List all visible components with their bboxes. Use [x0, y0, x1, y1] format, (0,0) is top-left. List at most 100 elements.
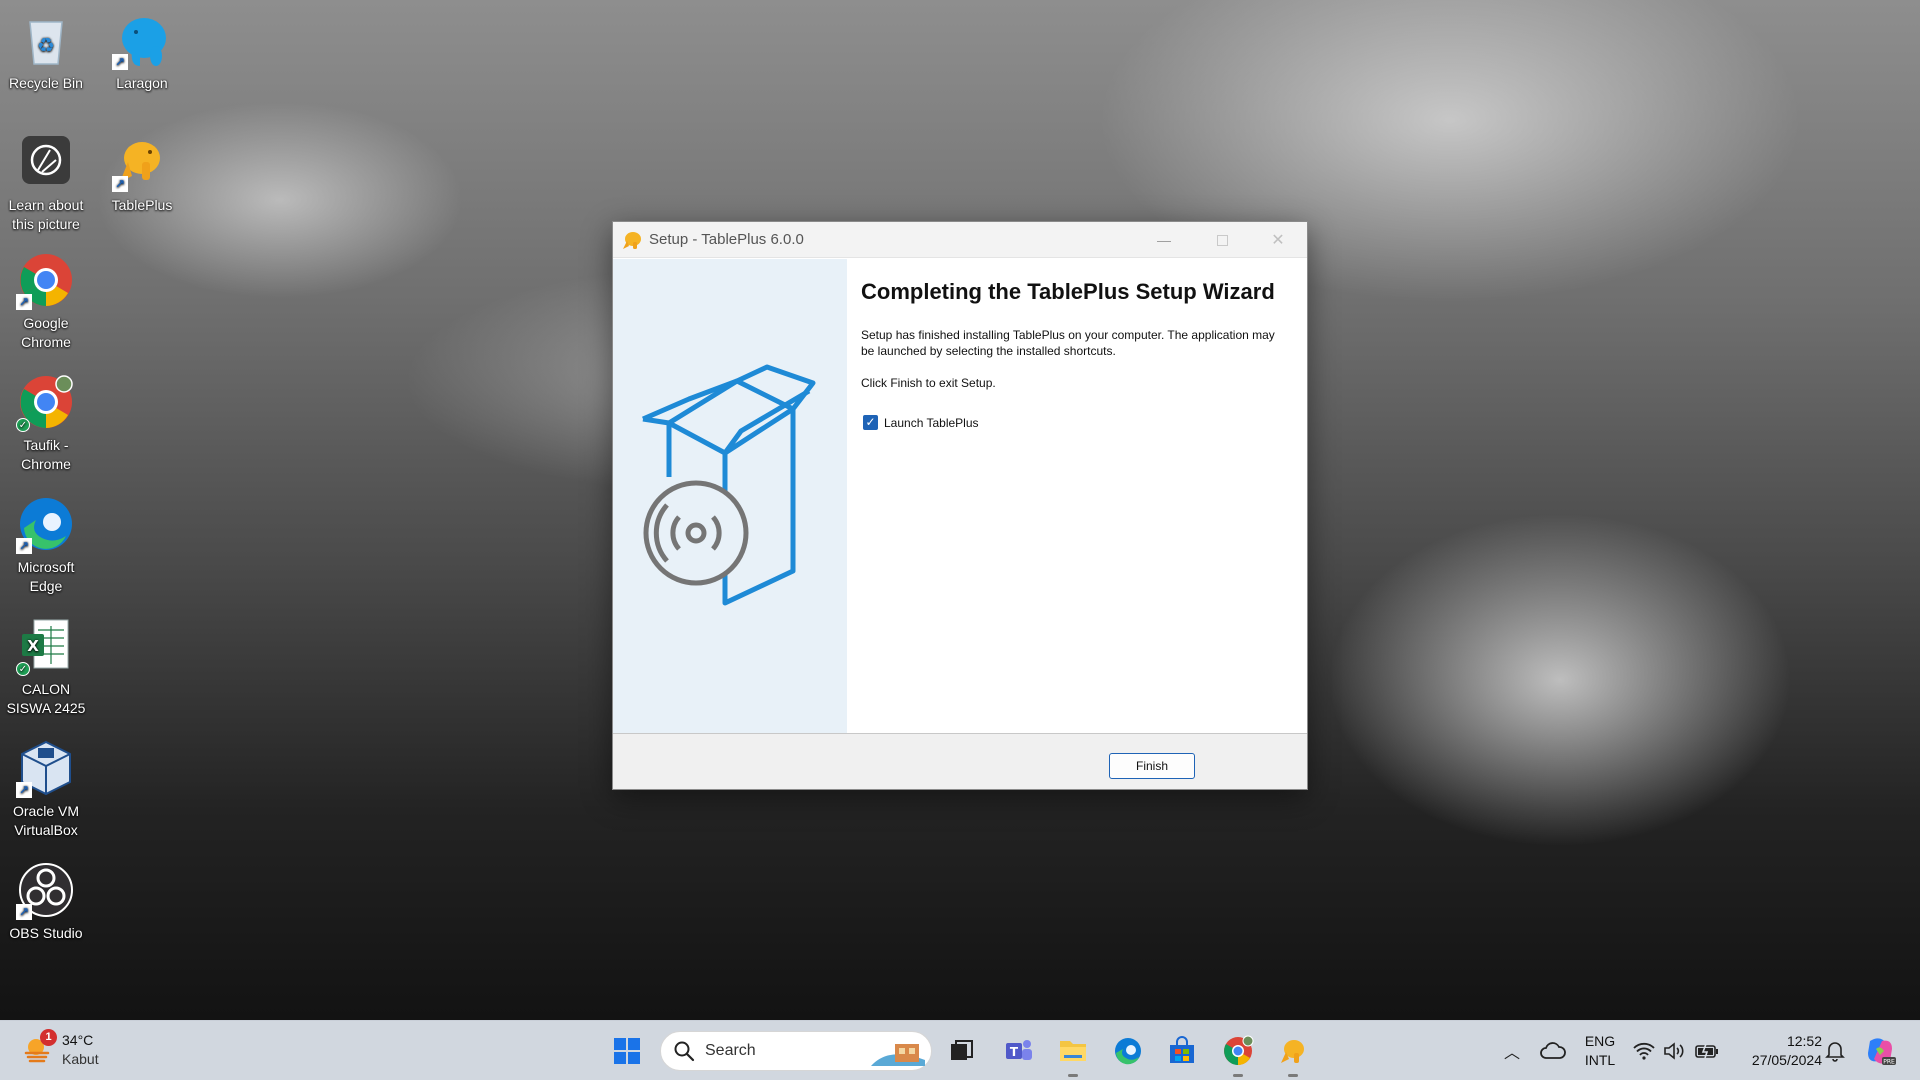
virtualbox-icon: ↗	[16, 738, 76, 798]
shortcut-arrow-icon: ↗	[16, 538, 32, 554]
running-indicator	[1068, 1074, 1078, 1077]
desktop-icon-label: Laragon	[116, 75, 168, 91]
weather-temperature: 34°C	[62, 1032, 94, 1048]
dialog-titlebar[interactable]: Setup - TablePlus 6.0.0 — ✕	[613, 222, 1307, 258]
tableplus-elephant-icon	[1281, 1040, 1304, 1063]
recycle-bin-icon: ♻	[16, 10, 76, 70]
launch-checkbox-label[interactable]: Launch TablePlus	[884, 416, 979, 430]
software-box-icon	[642, 364, 816, 606]
clock-time: 12:52	[1786, 1033, 1822, 1049]
wizard-content: Completing the TablePlus Setup Wizard Se…	[861, 279, 1291, 430]
desktop-icon-label: TablePlus	[111, 197, 173, 213]
minimize-button[interactable]: —	[1135, 222, 1193, 258]
wizard-heading: Completing the TablePlus Setup Wizard	[861, 279, 1275, 304]
task-view-button[interactable]	[943, 1033, 979, 1069]
desktop-icon-label: Taufik - Chrome	[21, 437, 71, 472]
desktop-icon-google-chrome[interactable]: ↗ Google Chrome	[1, 250, 91, 352]
weather-haze-icon: 1	[22, 1029, 57, 1065]
onedrive-button[interactable]	[1535, 1033, 1571, 1069]
wifi-icon	[1633, 1042, 1655, 1060]
dialog-title: Setup - TablePlus 6.0.0	[649, 231, 804, 248]
sync-check-icon: ✓	[16, 418, 30, 432]
desktop-icon-label: Learn about this picture	[8, 197, 84, 232]
chrome-icon: ↗	[16, 250, 76, 310]
copilot-button[interactable]: PRE	[1862, 1033, 1898, 1069]
language-indicator[interactable]: ENG INTL	[1580, 1032, 1620, 1070]
wizard-side-panel	[613, 259, 847, 733]
excel-file-icon: X ✓	[16, 616, 76, 676]
running-indicator	[1288, 1074, 1298, 1077]
desktop-icon-learn-about-picture[interactable]: Learn about this picture	[1, 132, 91, 234]
weather-widget[interactable]: 1 34°C Kabut	[22, 1029, 99, 1069]
elephant-icon: ↗	[112, 10, 172, 70]
volume-button[interactable]	[1660, 1033, 1688, 1069]
desktop-icon-virtualbox[interactable]: ↗ Oracle VM VirtualBox	[1, 738, 91, 840]
chrome-taskbar-button[interactable]	[1220, 1033, 1256, 1077]
desktop-icon-label: CALON SISWA 2425	[6, 681, 86, 716]
desktop-icon-label: Microsoft Edge	[17, 559, 75, 594]
tableplus-app-icon	[623, 231, 641, 249]
teams-icon: T	[1006, 1040, 1032, 1060]
wizard-instruction: Click Finish to exit Setup.	[861, 376, 996, 390]
close-button[interactable]: ✕	[1249, 222, 1307, 258]
clock[interactable]: 12:52 27/05/2024	[1732, 1032, 1822, 1070]
search-placeholder: Search	[705, 1042, 756, 1059]
notification-badge: 1	[40, 1029, 57, 1046]
maximize-icon	[1216, 234, 1228, 246]
shortcut-arrow-icon: ↗	[16, 904, 32, 920]
battery-button[interactable]	[1692, 1033, 1722, 1069]
folder-icon	[1060, 1041, 1086, 1061]
edge-icon	[1115, 1038, 1141, 1065]
desktop-icon-recycle-bin[interactable]: ♻ Recycle Bin	[1, 10, 91, 93]
search-highlight-icon	[871, 1044, 925, 1066]
desktop-icon-microsoft-edge[interactable]: ↗ Microsoft Edge	[1, 494, 91, 596]
shortcut-arrow-icon: ↗	[16, 782, 32, 798]
windows-logo-icon	[614, 1038, 640, 1064]
desktop-icon-taufik-chrome[interactable]: ✓ Taufik - Chrome	[1, 372, 91, 474]
teams-button[interactable]: T	[1001, 1033, 1037, 1069]
wizard-message: Setup has finished installing TablePlus …	[861, 328, 1275, 358]
language-code: ENG	[1584, 1033, 1616, 1049]
finish-button[interactable]: Finish	[1109, 753, 1195, 779]
desktop-icon-laragon[interactable]: ↗ Laragon	[97, 10, 187, 93]
file-explorer-button[interactable]	[1055, 1033, 1091, 1077]
desktop-icon-obs-studio[interactable]: ↗ OBS Studio	[1, 860, 91, 943]
svg-text:PRE: PRE	[1883, 1059, 1895, 1066]
running-indicator	[1233, 1074, 1243, 1077]
taskbar-search[interactable]: Search	[660, 1031, 932, 1071]
sync-check-icon: ✓	[16, 662, 30, 676]
svg-text:X: X	[27, 637, 39, 655]
keyboard-layout: INTL	[1584, 1052, 1616, 1068]
task-view-icon	[951, 1040, 973, 1060]
notifications-button[interactable]	[1817, 1033, 1853, 1069]
minimize-icon: —	[1157, 232, 1171, 248]
desktop-icon-label: Oracle VM VirtualBox	[12, 803, 80, 838]
launch-checkbox-row[interactable]: ✓ Launch TablePlus	[861, 415, 1291, 430]
show-hidden-icons-button[interactable]: ︿	[1494, 1033, 1530, 1069]
svg-text:♻: ♻	[37, 33, 55, 57]
tableplus-elephant-icon: ↗	[112, 132, 172, 192]
weather-condition: Kabut	[62, 1051, 99, 1067]
cloud-icon	[1540, 1042, 1566, 1059]
store-icon	[1170, 1036, 1194, 1063]
maximize-button[interactable]	[1193, 222, 1251, 258]
launch-checkbox[interactable]: ✓	[863, 415, 878, 430]
obs-icon: ↗	[16, 860, 76, 920]
edge-taskbar-button[interactable]	[1110, 1033, 1146, 1069]
close-icon: ✕	[1271, 232, 1285, 249]
chevron-up-icon: ︿	[1503, 1045, 1520, 1062]
start-button[interactable]	[609, 1033, 645, 1069]
chrome-icon	[1224, 1035, 1254, 1065]
desktop-icon-label: Google Chrome	[21, 315, 71, 350]
taskbar: 1 34°C Kabut Search T ︿ ENG INTL 12:52 2…	[0, 1020, 1920, 1080]
desktop-icon-calon-siswa[interactable]: X ✓ CALON SISWA 2425	[1, 616, 91, 718]
bell-icon	[1825, 1042, 1845, 1062]
svg-text:T: T	[1010, 1045, 1019, 1059]
dialog-footer: Finish	[613, 733, 1307, 789]
chrome-profile-icon: ✓	[16, 372, 76, 432]
microsoft-store-button[interactable]	[1164, 1033, 1200, 1069]
tableplus-taskbar-button[interactable]	[1275, 1033, 1311, 1077]
desktop-icon-tableplus[interactable]: ↗ TablePlus	[97, 132, 187, 215]
network-button[interactable]	[1630, 1033, 1658, 1069]
camera-aperture-icon	[16, 132, 76, 192]
